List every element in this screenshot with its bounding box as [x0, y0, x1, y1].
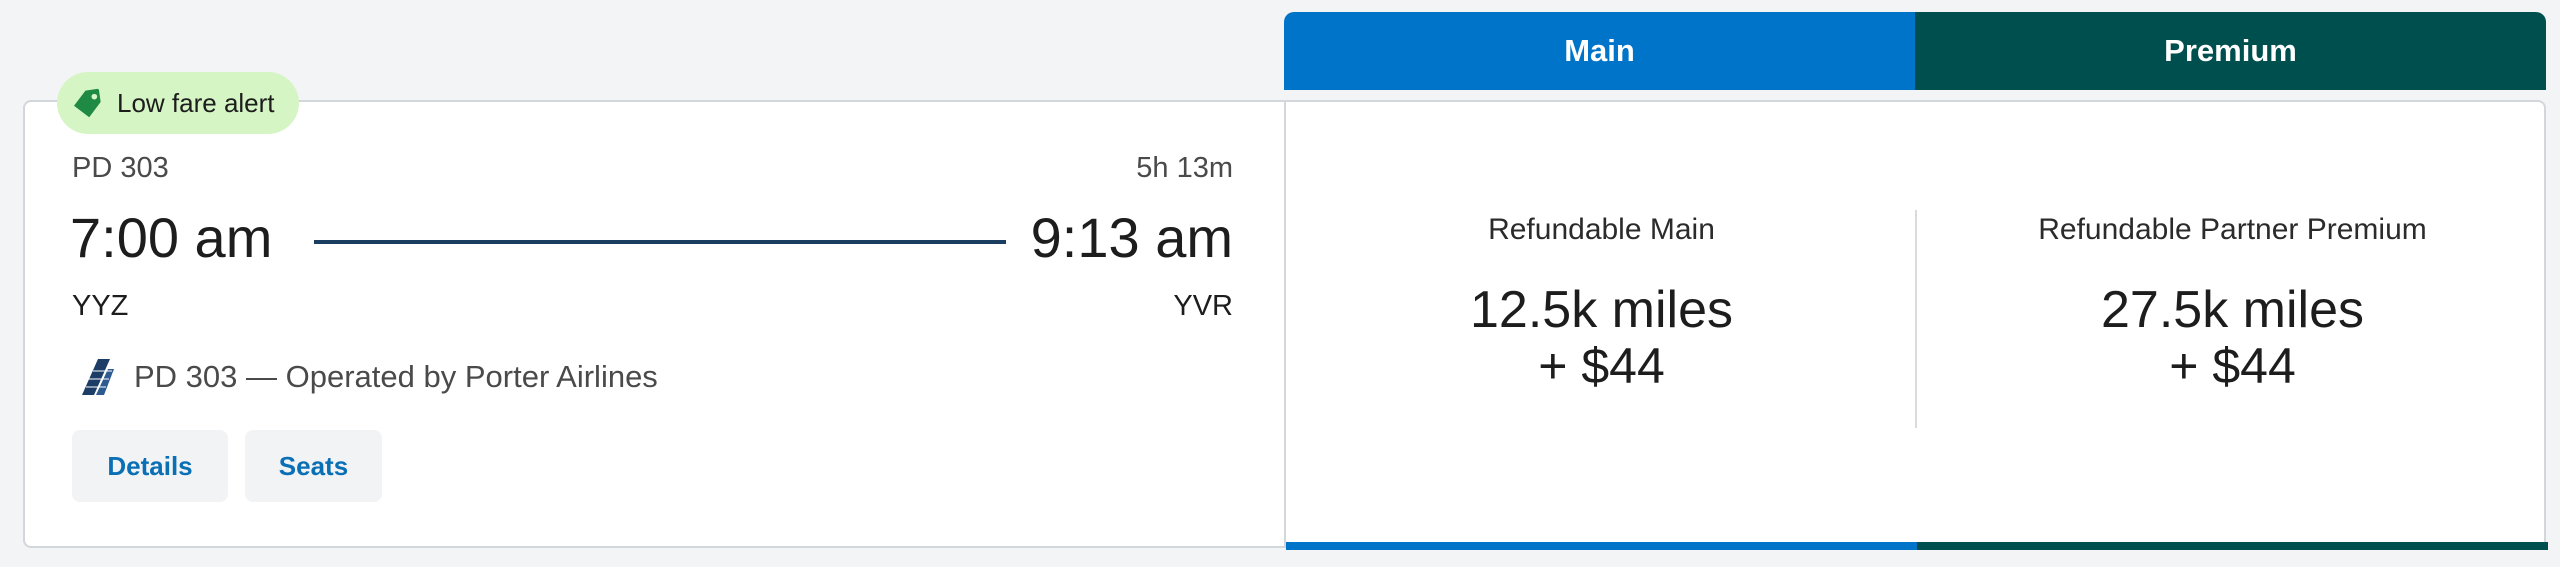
- flight-duration: 5h 13m: [1136, 152, 1233, 184]
- operator-text: PD 303 — Operated by Porter Airlines: [134, 359, 658, 394]
- tab-premium[interactable]: Premium: [1915, 12, 2546, 90]
- fare-options-panel: Refundable Main 12.5k miles + $44 Refund…: [1284, 100, 2548, 550]
- main-accent-bar: [1286, 542, 1917, 550]
- destination-airport-code: YVR: [1173, 290, 1233, 322]
- porter-airlines-logo-icon: [82, 359, 114, 395]
- departure-time: 7:00 am: [70, 206, 273, 269]
- operator-info: PD 303 — Operated by Porter Airlines: [76, 357, 658, 397]
- fare-miles: 12.5k miles: [1470, 281, 1733, 339]
- arrival-time: 9:13 am: [1030, 206, 1233, 269]
- fare-name: Refundable Partner Premium: [2038, 213, 2427, 246]
- fare-price: + $44: [2169, 338, 2296, 394]
- seats-button[interactable]: Seats: [245, 430, 382, 502]
- flight-number: PD 303: [72, 152, 169, 184]
- route-line: [314, 240, 1006, 244]
- fare-price: + $44: [1538, 338, 1665, 394]
- fare-option-premium[interactable]: Refundable Partner Premium 27.5k miles +…: [1917, 100, 2548, 548]
- details-button[interactable]: Details: [72, 430, 228, 502]
- fare-name: Refundable Main: [1488, 213, 1715, 246]
- fare-option-main[interactable]: Refundable Main 12.5k miles + $44: [1286, 100, 1917, 548]
- alert-label: Low fare alert: [117, 87, 275, 118]
- tab-main[interactable]: Main: [1284, 12, 1915, 90]
- tag-icon: [73, 88, 101, 118]
- low-fare-alert-badge: Low fare alert: [57, 72, 299, 134]
- premium-accent-bar: [1917, 542, 2548, 550]
- origin-airport-code: YYZ: [72, 290, 129, 322]
- fare-miles: 27.5k miles: [2101, 281, 2364, 339]
